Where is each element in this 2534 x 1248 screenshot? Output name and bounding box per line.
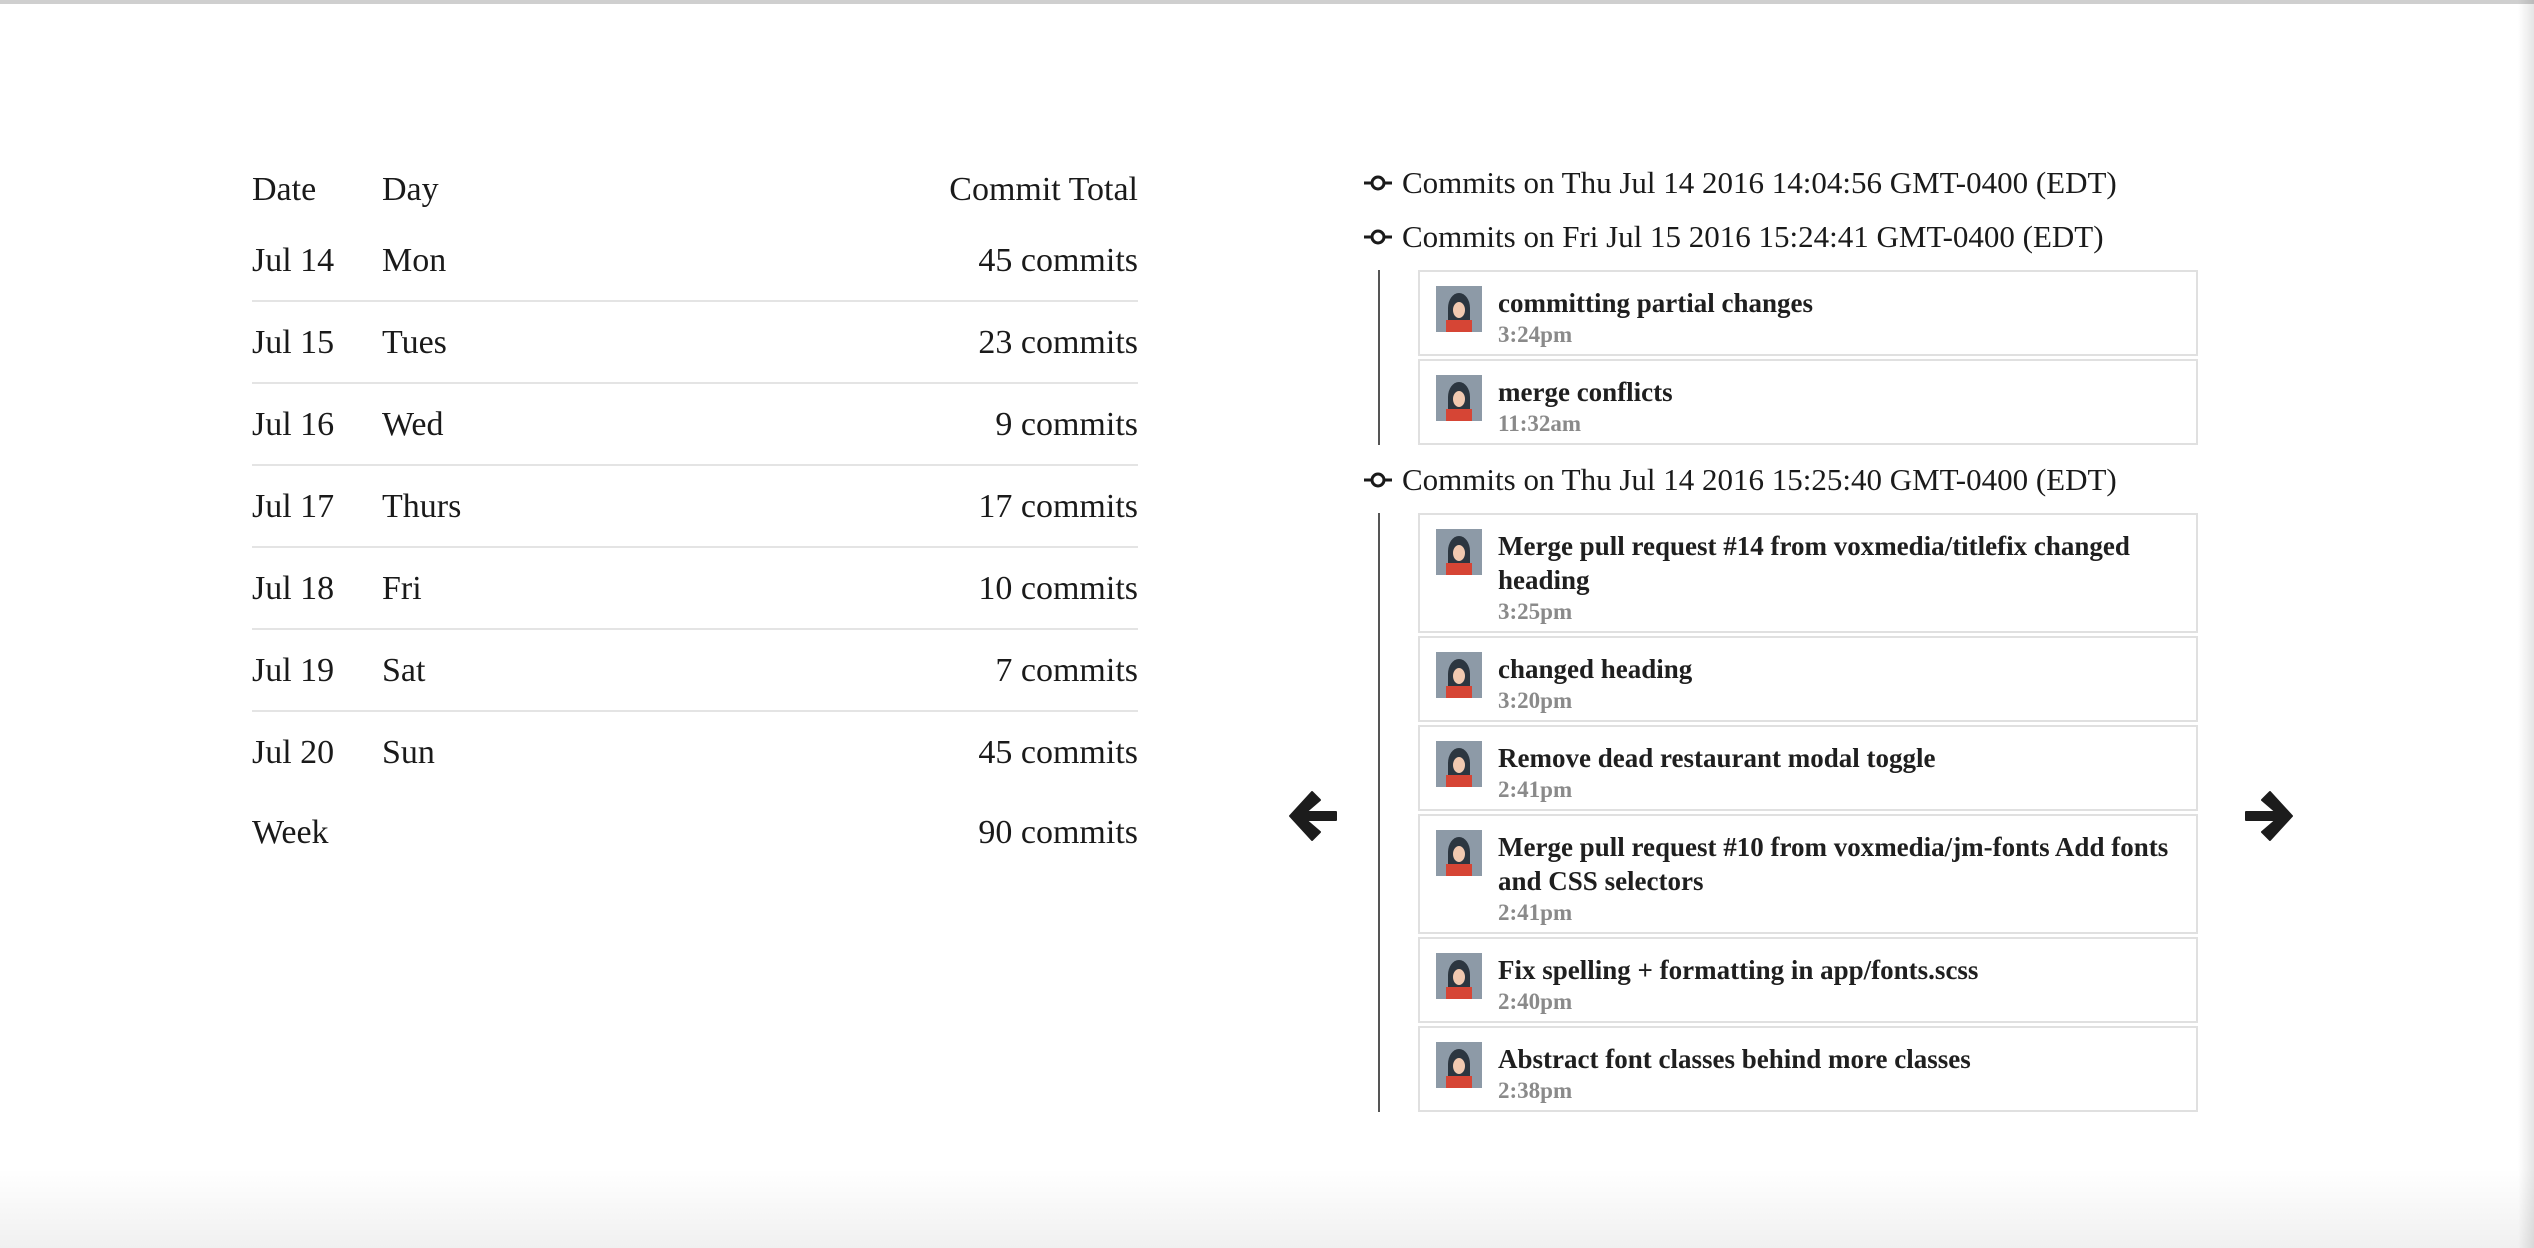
commit-message: Merge pull request #14 from voxmedia/tit… [1498,531,2130,595]
row-commit-total: 10 commits [978,570,1138,607]
footer-week-total: 90 commits [978,814,1138,851]
commit-group-heading-text: Commits on Fri Jul 15 2016 15:24:41 GMT-… [1402,219,2104,254]
commit-message: changed heading [1498,654,1693,684]
weekly-commit-table: Date Day Commit Total Jul 14 Mon 45 comm… [252,160,1138,872]
commit-time: 2:41pm [1498,900,1573,925]
row-date: Jul 18 [252,570,335,607]
row-day: Sun [382,734,435,771]
row-day: Mon [382,242,447,279]
commit-item[interactable]: committing partial changes 3:24pm [1418,270,2198,356]
commit-timeline: Commits on Thu Jul 14 2016 14:04:56 GMT-… [1364,162,2204,1126]
commit-group-heading[interactable]: Commits on Fri Jul 15 2016 15:24:41 GMT-… [1364,216,2204,258]
row-date: Jul 15 [252,324,335,361]
table-row: Jul 18 Fri 10 commits [252,548,1138,630]
row-day: Tues [382,324,447,361]
row-day: Wed [382,406,444,443]
column-header-commit-total: Commit Total [949,171,1138,208]
commit-node-icon [1364,228,1392,246]
commit-item[interactable]: Merge pull request #10 from voxmedia/jm-… [1418,814,2198,934]
row-date: Jul 20 [252,734,335,771]
table-row: Jul 17 Thurs 17 commits [252,466,1138,548]
commit-message: Fix spelling + formatting in app/fonts.s… [1498,955,1979,985]
previous-day-button[interactable] [1282,786,1342,846]
table-row: Jul 15 Tues 23 commits [252,302,1138,384]
arrow-right-icon [2245,791,2293,841]
table-row: Jul 20 Sun 45 commits [252,712,1138,794]
window-bottom-shadow [0,1168,2534,1248]
column-header-day: Day [382,171,439,208]
row-commit-total: 45 commits [978,734,1138,771]
avatar [1436,286,1482,332]
row-date: Jul 14 [252,242,335,279]
avatar [1436,741,1482,787]
row-commit-total: 7 commits [995,652,1138,689]
commit-item[interactable]: changed heading 3:20pm [1418,636,2198,722]
commit-message: Abstract font classes behind more classe… [1498,1044,1971,1074]
table-footer-row: Week 90 commits [252,794,1138,872]
row-commit-total: 23 commits [978,324,1138,361]
commit-message: Merge pull request #10 from voxmedia/jm-… [1498,832,2169,896]
window-top-border [0,0,2534,4]
avatar [1436,529,1482,575]
column-header-date: Date [252,171,317,208]
commit-time: 3:25pm [1498,599,1573,624]
commit-item[interactable]: merge conflicts 11:32am [1418,359,2198,445]
commit-time: 3:20pm [1498,688,1573,713]
row-day: Thurs [382,488,462,525]
commit-item[interactable]: Merge pull request #14 from voxmedia/tit… [1418,513,2198,633]
commit-time: 2:41pm [1498,777,1573,802]
table-row: Jul 14 Mon 45 commits [252,220,1138,302]
commit-group-list: committing partial changes 3:24pm merge … [1378,270,2204,445]
table-header-row: Date Day Commit Total [252,160,1138,220]
row-commit-total: 45 commits [978,242,1138,279]
commit-time: 2:40pm [1498,989,1573,1014]
commit-group-list: Merge pull request #14 from voxmedia/tit… [1378,513,2204,1112]
commit-item[interactable]: Fix spelling + formatting in app/fonts.s… [1418,937,2198,1023]
avatar [1436,1042,1482,1088]
commit-node-icon [1364,174,1392,192]
arrow-left-icon [1289,791,1337,841]
commit-group-heading[interactable]: Commits on Thu Jul 14 2016 14:04:56 GMT-… [1364,162,2204,204]
avatar [1436,830,1482,876]
commit-item[interactable]: Abstract font classes behind more classe… [1418,1026,2198,1112]
commit-time: 11:32am [1498,411,1582,436]
row-day: Sat [382,652,426,689]
next-day-button[interactable] [2240,786,2300,846]
commit-time: 2:38pm [1498,1078,1573,1103]
row-commit-total: 9 commits [995,406,1138,443]
row-date: Jul 19 [252,652,335,689]
row-date: Jul 16 [252,406,335,443]
row-day: Fri [382,570,422,607]
commit-group-heading[interactable]: Commits on Thu Jul 14 2016 15:25:40 GMT-… [1364,459,2204,501]
row-date: Jul 17 [252,488,335,525]
commit-message: Remove dead restaurant modal toggle [1498,743,1936,773]
commit-message: committing partial changes [1498,288,1813,318]
table-row: Jul 19 Sat 7 commits [252,630,1138,712]
commit-group-heading-text: Commits on Thu Jul 14 2016 15:25:40 GMT-… [1402,462,2117,497]
commit-item[interactable]: Remove dead restaurant modal toggle 2:41… [1418,725,2198,811]
row-commit-total: 17 commits [978,488,1138,525]
commit-node-icon [1364,471,1392,489]
window-edge-shadow [2518,0,2534,1248]
avatar [1436,375,1482,421]
commit-group-heading-text: Commits on Thu Jul 14 2016 14:04:56 GMT-… [1402,165,2117,200]
footer-week-label: Week [252,814,329,851]
commit-time: 3:24pm [1498,322,1573,347]
avatar [1436,652,1482,698]
commit-message: merge conflicts [1498,377,1673,407]
avatar [1436,953,1482,999]
table-row: Jul 16 Wed 9 commits [252,384,1138,466]
